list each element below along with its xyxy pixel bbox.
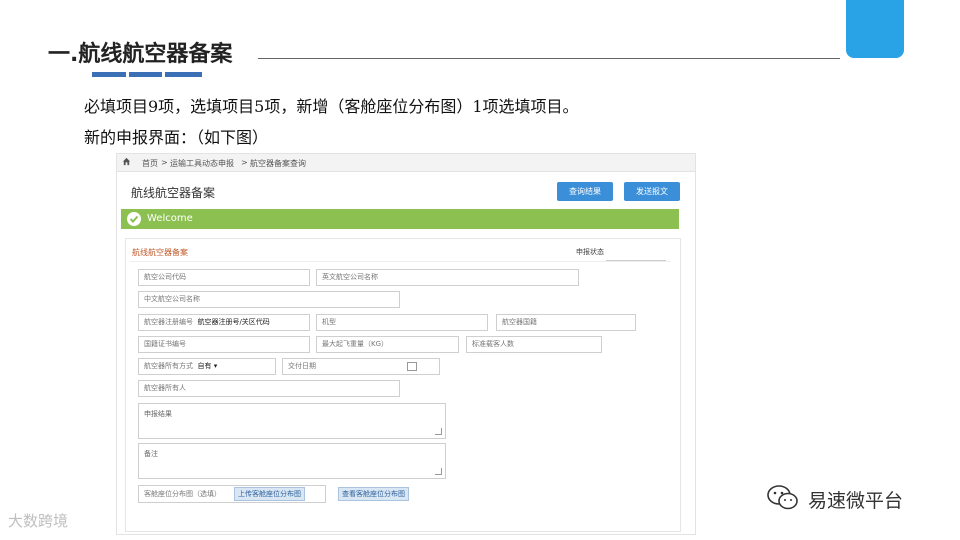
section-title: 航线航空器备案 (132, 248, 188, 257)
resize-handle-icon[interactable] (435, 468, 442, 475)
delivery-date-label: 交付日期 (288, 362, 316, 370)
upload-seat-map-button[interactable]: 上传客舱座位分布图 (234, 487, 305, 501)
notes-textarea[interactable]: 备注 (138, 443, 446, 479)
slide-title: 一.航线航空器备案 (48, 42, 233, 67)
title-divider (258, 58, 840, 59)
welcome-label: Welcome (147, 213, 193, 224)
view-seat-map-button[interactable]: 查看客舱座位分布图 (338, 487, 409, 501)
resize-handle-icon[interactable] (435, 428, 442, 435)
status-label: 申报状态 (576, 248, 604, 256)
query-result-button[interactable]: 查询结果 (557, 182, 613, 201)
breadcrumb-current: 航空器备案查询 (250, 159, 306, 168)
breadcrumb-home[interactable]: 首页 (142, 158, 158, 169)
title-accent-bar (92, 72, 202, 77)
breadcrumb: 首页 > 运输工具动态申报 > 航空器备案查询 (117, 154, 695, 172)
watermark-right: 易速微平台 (808, 490, 904, 512)
welcome-bar: Welcome (121, 209, 679, 229)
corner-tab-decoration (846, 0, 904, 58)
seat-map-label: 客舱座位分布图（选填） (144, 490, 221, 498)
registration-value: 航空器注册号/关区代码 (197, 318, 270, 326)
slide-text-line1: 必填项目9项，选填项目5项，新增（客舱座位分布图）1项选填项目。 (84, 97, 579, 116)
mtow-field[interactable]: 最大起飞重量（KG） (316, 336, 459, 353)
airline-code-field[interactable]: 航空公司代码 (138, 269, 310, 286)
airline-name-cn-field[interactable]: 中文航空公司名称 (138, 291, 400, 308)
delivery-date-field[interactable]: 交付日期 (282, 358, 440, 375)
section-divider (130, 261, 670, 262)
airline-name-en-field[interactable]: 英文航空公司名称 (316, 269, 579, 286)
chevron-down-icon: ▾ (213, 362, 218, 370)
watermark-left: 大数跨境 (8, 512, 69, 530)
notes-label: 备注 (144, 450, 158, 458)
ownership-label: 航空器所有方式 (144, 362, 193, 370)
embedded-screenshot: 首页 > 运输工具动态申报 > 航空器备案查询 航线航空器备案 查询结果 发送报… (116, 153, 696, 535)
breadcrumb-sep: > (241, 158, 248, 167)
form-panel: 航线航空器备案 申报状态 航空公司代码 英文航空公司名称 中文航空公司名称 航空… (125, 238, 681, 532)
ownership-select[interactable]: 航空器所有方式 自有 ▾ (138, 358, 276, 375)
wechat-icon (767, 485, 798, 510)
page-title: 航线航空器备案 (131, 186, 216, 200)
home-icon[interactable] (122, 157, 131, 166)
nationality-field[interactable]: 航空器国籍 (496, 314, 636, 331)
slide-text-line2: 新的申报界面：（如下图） (84, 128, 269, 147)
registration-label: 航空器注册编号 (144, 318, 193, 326)
breadcrumb-sep: > (161, 158, 168, 167)
model-field[interactable]: 机型 (316, 314, 488, 331)
breadcrumb-declaration[interactable]: 运输工具动态申报 (170, 158, 234, 169)
seats-field[interactable]: 标准载客人数 (466, 336, 602, 353)
ownership-value: 自有 (197, 362, 212, 370)
calendar-icon[interactable] (407, 362, 417, 371)
check-circle-icon (127, 212, 141, 226)
cert-number-field[interactable]: 国籍证书编号 (138, 336, 310, 353)
declaration-result-label: 申报结果 (144, 410, 172, 418)
send-message-button[interactable]: 发送报文 (624, 182, 680, 201)
registration-field[interactable]: 航空器注册编号 航空器注册号/关区代码 (138, 314, 310, 331)
declaration-result-textarea[interactable]: 申报结果 (138, 403, 446, 439)
owner-field[interactable]: 航空器所有人 (138, 380, 400, 397)
